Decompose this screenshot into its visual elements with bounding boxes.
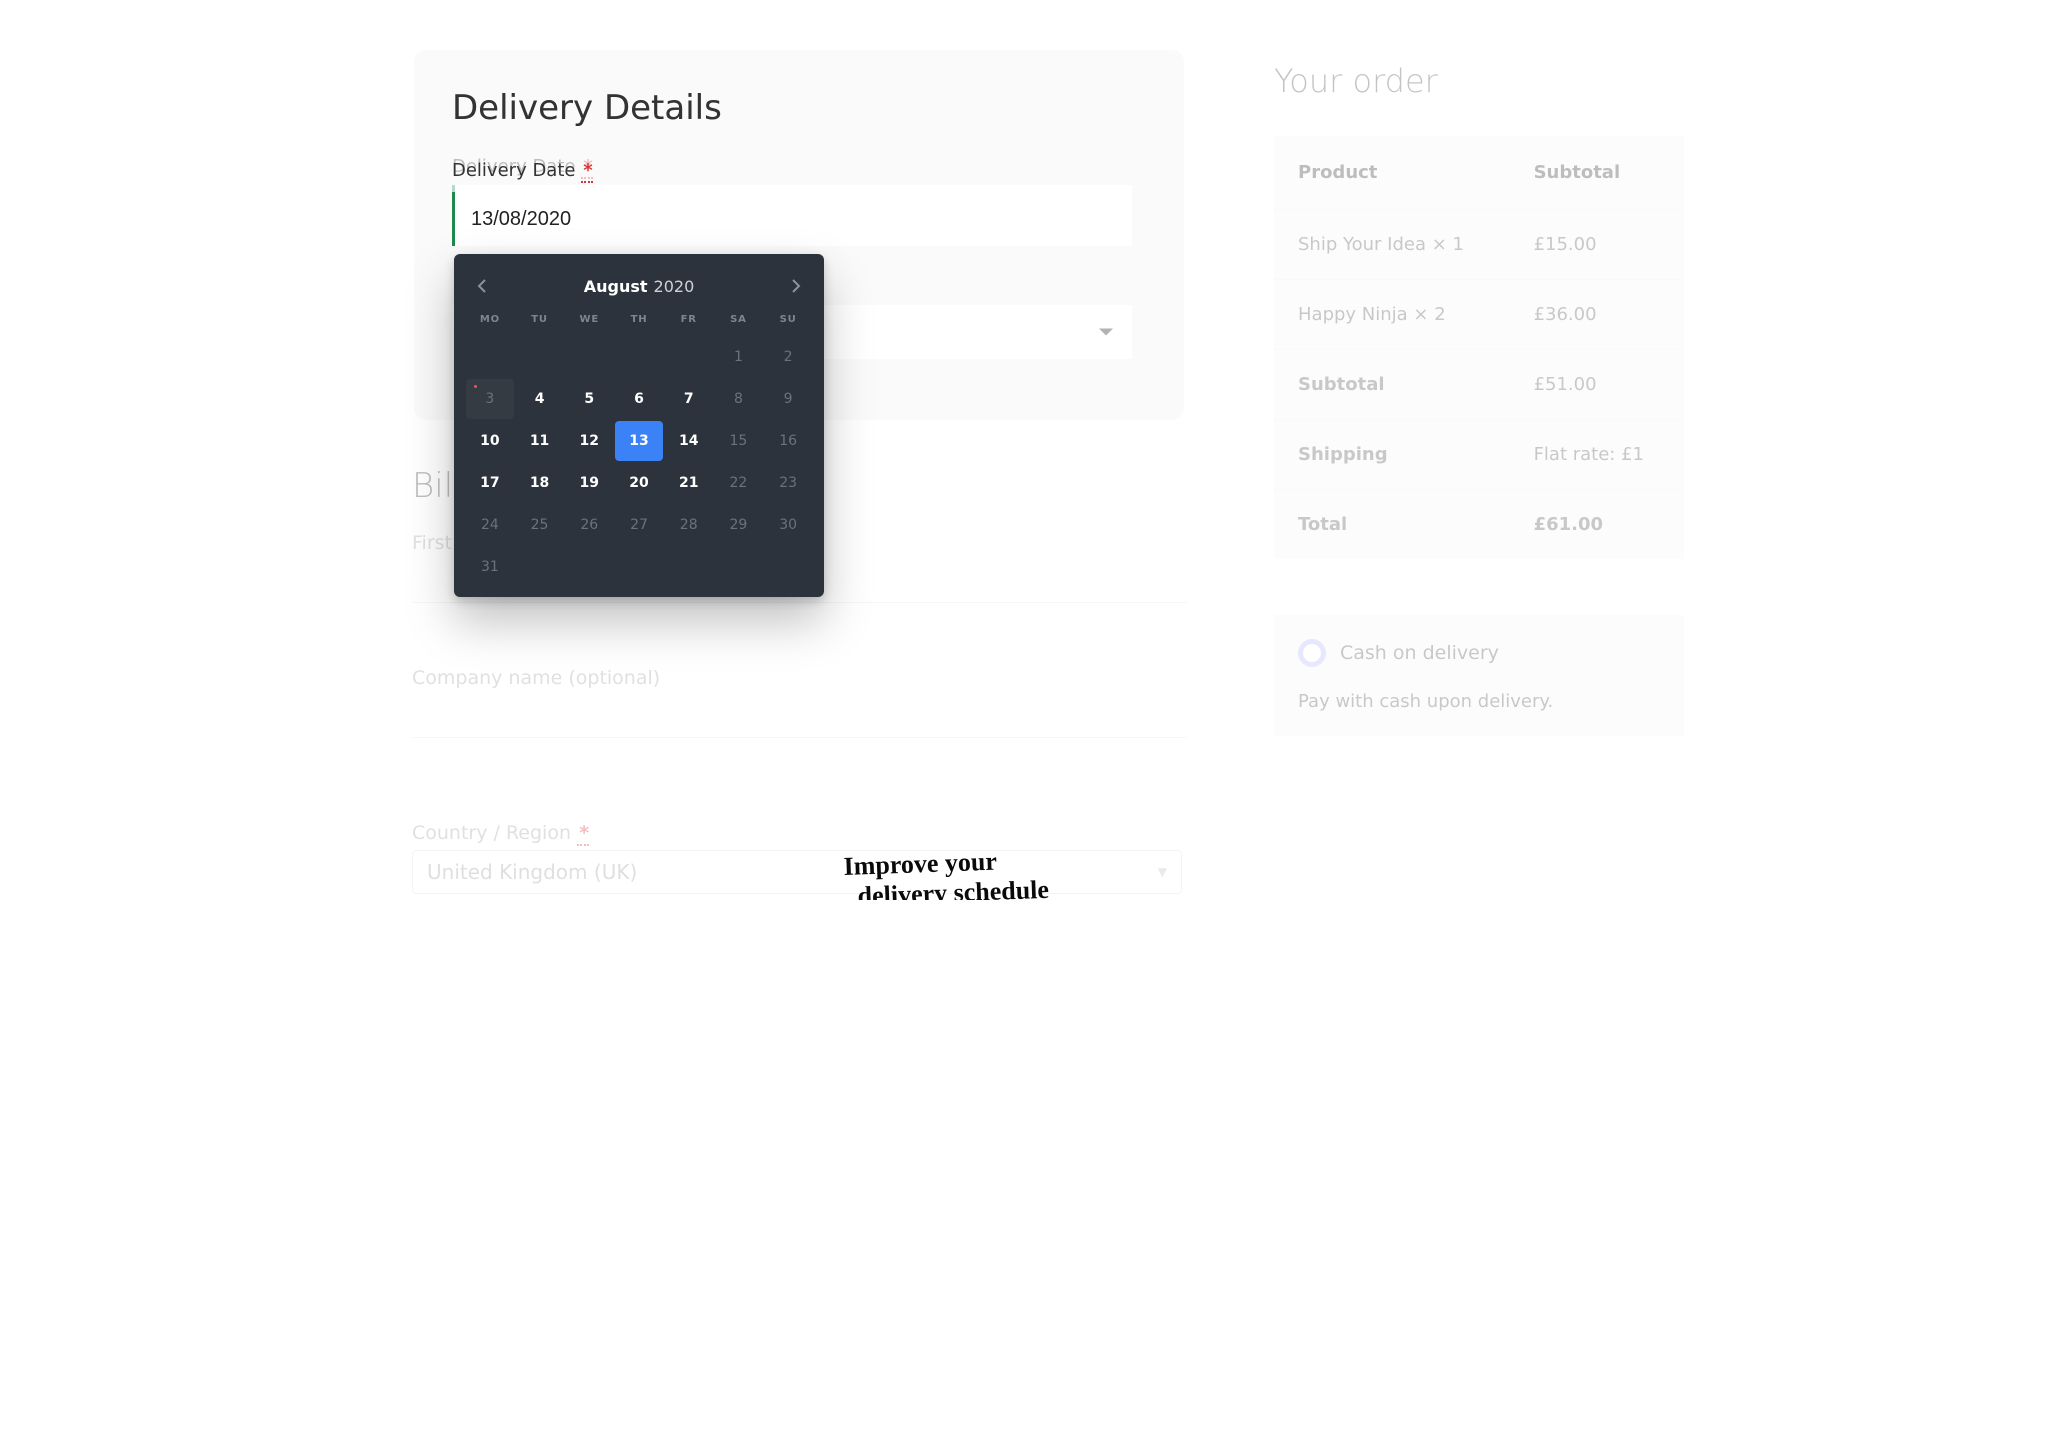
calendar-empty-cell xyxy=(516,547,564,587)
calendar-day[interactable]: 20 xyxy=(615,463,663,503)
calendar-empty-cell xyxy=(565,547,613,587)
country-value: United Kingdom (UK) xyxy=(427,860,637,884)
required-mark: * xyxy=(581,160,592,183)
calendar-day: 28 xyxy=(665,505,713,545)
country-label: Country / Region * xyxy=(412,822,1187,844)
calendar-day[interactable]: 4 xyxy=(516,379,564,419)
payment-panel: Cash on delivery Pay with cash upon deli… xyxy=(1274,615,1684,736)
payment-note: Pay with cash upon delivery. xyxy=(1298,691,1660,712)
calendar-day: 26 xyxy=(565,505,613,545)
table-row: Ship Your Idea × 1 £15.00 xyxy=(1274,210,1684,280)
calendar-day: 22 xyxy=(715,463,763,503)
date-picker[interactable]: August2020 MOTUWETHFRSASU123456789101112… xyxy=(454,254,824,597)
order-item-name: Happy Ninja × 2 xyxy=(1274,280,1510,350)
calendar-day[interactable]: 13 xyxy=(615,421,663,461)
calendar-dow: TU xyxy=(516,308,564,335)
calendar-dow: MO xyxy=(466,308,514,335)
column-product: Product xyxy=(1274,136,1510,210)
order-item-price: £36.00 xyxy=(1510,280,1684,350)
calendar-empty-cell xyxy=(565,337,613,377)
delivery-date-label: Delivery Date * xyxy=(452,160,593,181)
calendar-day[interactable]: 19 xyxy=(565,463,613,503)
subtotal-value: £51.00 xyxy=(1510,350,1684,420)
calendar-day: 30 xyxy=(764,505,812,545)
calendar-day: 27 xyxy=(615,505,663,545)
order-item-price: £15.00 xyxy=(1510,210,1684,280)
shipping-label: Shipping xyxy=(1274,420,1510,490)
calendar-empty-cell xyxy=(665,547,713,587)
calendar-empty-cell xyxy=(615,337,663,377)
calendar-day: 29 xyxy=(715,505,763,545)
calendar-day[interactable]: 10 xyxy=(466,421,514,461)
calendar-day[interactable]: 12 xyxy=(565,421,613,461)
calendar-dow: WE xyxy=(565,308,613,335)
calendar-day: 25 xyxy=(516,505,564,545)
order-summary: Your order Product Subtotal Ship Your Id… xyxy=(1274,62,1684,736)
calendar-prev-button[interactable] xyxy=(470,274,494,298)
calendar-dow: SU xyxy=(764,308,812,335)
calendar-day[interactable]: 7 xyxy=(665,379,713,419)
calendar-day: 2 xyxy=(764,337,812,377)
calendar-dow: TH xyxy=(615,308,663,335)
calendar-day: 9 xyxy=(764,379,812,419)
payment-radio[interactable] xyxy=(1298,639,1326,667)
calendar-day: 31 xyxy=(466,547,514,587)
calendar-day: 24 xyxy=(466,505,514,545)
required-mark: * xyxy=(577,822,589,846)
payment-option-label: Cash on delivery xyxy=(1340,642,1499,664)
calendar-day: 15 xyxy=(715,421,763,461)
calendar-next-button[interactable] xyxy=(784,274,808,298)
calendar-day[interactable]: 6 xyxy=(615,379,663,419)
shipping-value: Flat rate: £1 xyxy=(1510,420,1684,490)
company-name-label: Company name (optional) xyxy=(412,667,1187,689)
calendar-empty-cell xyxy=(516,337,564,377)
delivery-date-input[interactable] xyxy=(452,192,1132,246)
calendar-empty-cell xyxy=(764,547,812,587)
calendar-day: 3 xyxy=(466,379,514,419)
total-label: Total xyxy=(1274,490,1510,560)
order-table: Product Subtotal Ship Your Idea × 1 £15.… xyxy=(1274,136,1684,559)
calendar-day: 1 xyxy=(715,337,763,377)
calendar-day: 16 xyxy=(764,421,812,461)
delivery-heading: Delivery Details xyxy=(452,88,722,128)
calendar-day[interactable]: 17 xyxy=(466,463,514,503)
order-item-name: Ship Your Idea × 1 xyxy=(1274,210,1510,280)
total-value: £61.00 xyxy=(1510,490,1684,560)
order-heading: Your order xyxy=(1274,62,1684,100)
subtotal-label: Subtotal xyxy=(1274,350,1510,420)
calendar-day: 8 xyxy=(715,379,763,419)
table-row: Total £61.00 xyxy=(1274,490,1684,560)
calendar-title: August2020 xyxy=(584,277,695,296)
table-row: Subtotal £51.00 xyxy=(1274,350,1684,420)
calendar-day[interactable]: 21 xyxy=(665,463,713,503)
table-row: Happy Ninja × 2 £36.00 xyxy=(1274,280,1684,350)
calendar-day[interactable]: 11 xyxy=(516,421,564,461)
calendar-dow: FR xyxy=(665,308,713,335)
calendar-day[interactable]: 18 xyxy=(516,463,564,503)
calendar-empty-cell xyxy=(466,337,514,377)
table-row: Shipping Flat rate: £1 xyxy=(1274,420,1684,490)
company-name-input[interactable] xyxy=(412,695,1187,738)
calendar-empty-cell xyxy=(715,547,763,587)
calendar-empty-cell xyxy=(615,547,663,587)
calendar-day: 23 xyxy=(764,463,812,503)
calendar-day[interactable]: 14 xyxy=(665,421,713,461)
column-subtotal: Subtotal xyxy=(1510,136,1684,210)
calendar-empty-cell xyxy=(665,337,713,377)
chevron-down-icon xyxy=(1098,323,1114,342)
calendar-day[interactable]: 5 xyxy=(565,379,613,419)
calendar-dow: SA xyxy=(715,308,763,335)
